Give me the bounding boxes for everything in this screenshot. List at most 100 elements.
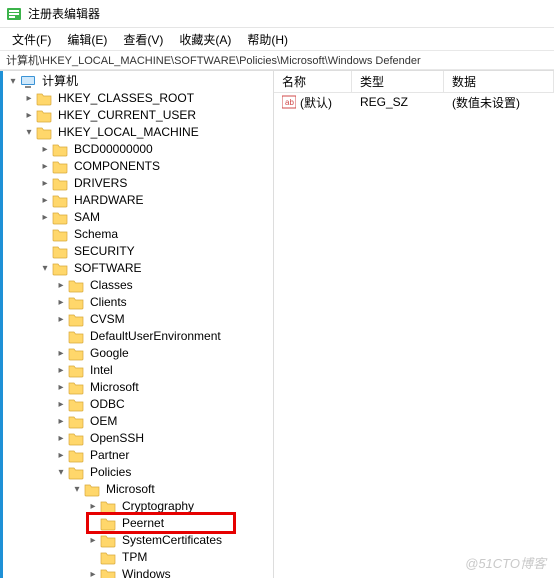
node-windows[interactable]: ▸ Windows xyxy=(0,566,273,578)
node-computer[interactable]: ▾ 计算机 xyxy=(0,73,273,90)
folder-icon xyxy=(36,109,52,123)
node-oem[interactable]: ▸OEM xyxy=(0,413,273,430)
chevron-down-icon[interactable]: ▾ xyxy=(22,126,36,140)
list-pane[interactable]: 名称 类型 数据 ab (默认) REG_SZ (数值未设置) xyxy=(274,71,554,578)
folder-icon xyxy=(68,432,84,446)
folder-icon xyxy=(68,449,84,463)
chevron-right-icon[interactable]: ▸ xyxy=(22,109,36,123)
node-computer-label: 计算机 xyxy=(40,73,80,90)
node-odbc[interactable]: ▸ ODBC xyxy=(0,396,273,413)
node-hardware[interactable]: ▸HARDWARE xyxy=(0,192,273,209)
column-name[interactable]: 名称 xyxy=(274,71,352,92)
chevron-right-icon[interactable]: ▸ xyxy=(54,381,68,395)
chevron-right-icon[interactable]: ▸ xyxy=(38,143,52,157)
node-policies-microsoft-label: Microsoft xyxy=(104,481,157,498)
node-hkcu[interactable]: ▸HKEY_CURRENT_USER xyxy=(0,107,273,124)
node-bcd-label: BCD00000000 xyxy=(72,141,155,158)
node-bcd[interactable]: ▸ BCD00000000 xyxy=(0,141,273,158)
menu-file[interactable]: 文件(F) xyxy=(4,29,59,50)
node-sam-label: SAM xyxy=(72,209,102,226)
chevron-down-icon[interactable]: ▾ xyxy=(38,262,52,276)
chevron-right-icon[interactable]: ▸ xyxy=(38,194,52,208)
node-partner-label: Partner xyxy=(88,447,131,464)
node-partner[interactable]: ▸ Partner xyxy=(0,447,273,464)
node-drivers[interactable]: ▸ DRIVERS xyxy=(0,175,273,192)
node-google-label: Google xyxy=(88,345,131,362)
node-windows-label: Windows xyxy=(120,566,173,578)
menu-favorites[interactable]: 收藏夹(A) xyxy=(171,29,239,50)
folder-icon xyxy=(84,483,100,497)
tree-pane[interactable]: ▾ 计算机▸HKEY_CLASSES_ROOT▸HKEY_CURRENT_USER… xyxy=(0,71,274,578)
column-type[interactable]: 类型 xyxy=(352,71,444,92)
node-security[interactable]: SECURITY xyxy=(0,243,273,260)
node-software[interactable]: ▾ SOFTWARE xyxy=(0,260,273,277)
node-software-label: SOFTWARE xyxy=(72,260,144,277)
chevron-right-icon[interactable]: ▸ xyxy=(38,211,52,225)
chevron-right-icon[interactable]: ▸ xyxy=(54,364,68,378)
node-odbc-label: ODBC xyxy=(88,396,127,413)
node-clients[interactable]: ▸ Clients xyxy=(0,294,273,311)
chevron-down-icon[interactable]: ▾ xyxy=(70,483,84,497)
node-sam[interactable]: ▸ SAM xyxy=(0,209,273,226)
chevron-right-icon[interactable]: ▸ xyxy=(86,500,100,514)
node-cryptography[interactable]: ▸Cryptography xyxy=(0,498,273,515)
folder-icon xyxy=(36,126,52,140)
value-type: REG_SZ xyxy=(352,95,444,109)
column-data[interactable]: 数据 xyxy=(444,71,554,92)
node-openssh[interactable]: ▸OpenSSH xyxy=(0,430,273,447)
node-policies-microsoft[interactable]: ▾ Microsoft xyxy=(0,481,273,498)
chevron-right-icon[interactable]: ▸ xyxy=(38,177,52,191)
node-classes[interactable]: ▸ Classes xyxy=(0,277,273,294)
node-systemcertificates[interactable]: ▸SystemCertificates xyxy=(0,532,273,549)
chevron-right-icon[interactable]: ▸ xyxy=(38,160,52,174)
node-components-label: COMPONENTS xyxy=(72,158,162,175)
folder-icon xyxy=(68,381,84,395)
menu-help[interactable]: 帮助(H) xyxy=(239,29,296,50)
value-name: (默认) xyxy=(300,94,332,111)
node-tpm[interactable]: TPM xyxy=(0,549,273,566)
folder-icon xyxy=(100,500,116,514)
folder-icon xyxy=(52,160,68,174)
chevron-right-icon[interactable]: ▸ xyxy=(86,568,100,578)
address-bar[interactable]: 计算机\HKEY_LOCAL_MACHINE\SOFTWARE\Policies… xyxy=(0,50,554,70)
node-policies[interactable]: ▾Policies xyxy=(0,464,273,481)
chevron-down-icon[interactable]: ▾ xyxy=(6,75,20,89)
node-cvsm[interactable]: ▸ CVSM xyxy=(0,311,273,328)
folder-icon xyxy=(52,177,68,191)
folder-icon xyxy=(68,398,84,412)
node-cvsm-label: CVSM xyxy=(88,311,127,328)
chevron-right-icon[interactable]: ▸ xyxy=(54,449,68,463)
chevron-right-icon[interactable]: ▸ xyxy=(54,313,68,327)
folder-icon xyxy=(68,296,84,310)
node-microsoft[interactable]: ▸Microsoft xyxy=(0,379,273,396)
folder-icon xyxy=(68,415,84,429)
node-drivers-label: DRIVERS xyxy=(72,175,129,192)
menu-view[interactable]: 查看(V) xyxy=(115,29,171,50)
list-row-default[interactable]: ab (默认) REG_SZ (数值未设置) xyxy=(274,93,554,111)
node-schema[interactable]: Schema xyxy=(0,226,273,243)
chevron-right-icon[interactable]: ▸ xyxy=(22,92,36,106)
node-classes-label: Classes xyxy=(88,277,135,294)
node-due[interactable]: DefaultUserEnvironment xyxy=(0,328,273,345)
node-clients-label: Clients xyxy=(88,294,129,311)
chevron-right-icon[interactable]: ▸ xyxy=(54,398,68,412)
node-components[interactable]: ▸ COMPONENTS xyxy=(0,158,273,175)
node-peernet[interactable]: Peernet xyxy=(0,515,273,532)
chevron-right-icon[interactable]: ▸ xyxy=(54,347,68,361)
node-intel[interactable]: ▸ Intel xyxy=(0,362,273,379)
node-google[interactable]: ▸ Google xyxy=(0,345,273,362)
window-title: 注册表编辑器 xyxy=(28,5,100,22)
node-intel-label: Intel xyxy=(88,362,115,379)
chevron-down-icon[interactable]: ▾ xyxy=(54,466,68,480)
folder-icon xyxy=(68,347,84,361)
chevron-right-icon[interactable]: ▸ xyxy=(54,296,68,310)
node-hkcr[interactable]: ▸HKEY_CLASSES_ROOT xyxy=(0,90,273,107)
chevron-right-icon[interactable]: ▸ xyxy=(54,279,68,293)
folder-icon xyxy=(68,466,84,480)
chevron-right-icon[interactable]: ▸ xyxy=(54,415,68,429)
twist-none xyxy=(86,517,100,531)
chevron-right-icon[interactable]: ▸ xyxy=(54,432,68,446)
menu-edit[interactable]: 编辑(E) xyxy=(59,29,115,50)
node-hklm[interactable]: ▾HKEY_LOCAL_MACHINE xyxy=(0,124,273,141)
chevron-right-icon[interactable]: ▸ xyxy=(86,534,100,548)
